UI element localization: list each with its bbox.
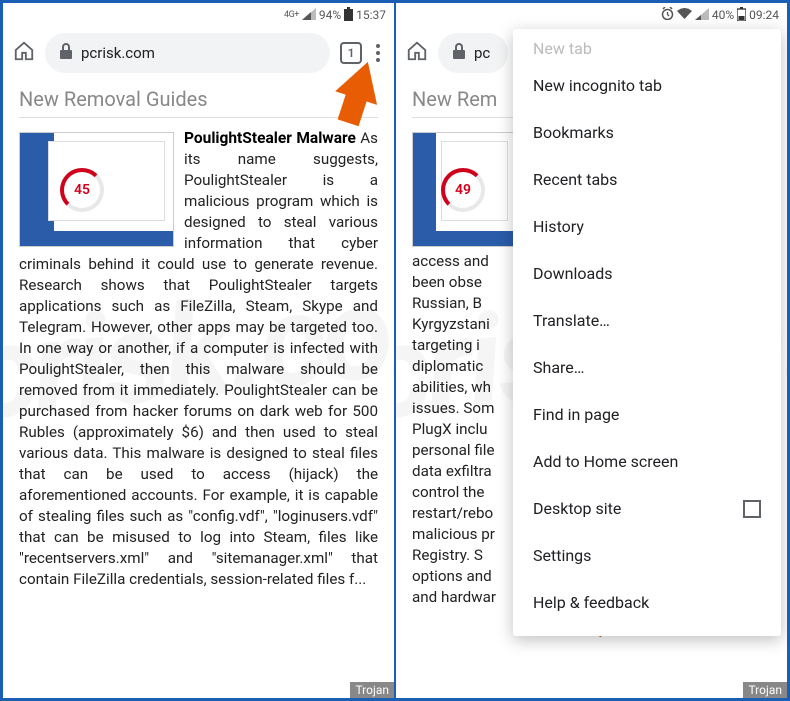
home-icon[interactable] bbox=[406, 40, 428, 66]
menu-desktop-label: Desktop site bbox=[533, 499, 621, 518]
battery-icon bbox=[737, 7, 746, 24]
category-tag[interactable]: Trojan bbox=[743, 682, 787, 698]
wifi-icon bbox=[677, 8, 692, 23]
score-ring: 49 bbox=[441, 168, 485, 212]
menu-item-add-home[interactable]: Add to Home screen bbox=[513, 438, 781, 485]
url-bar[interactable]: pc bbox=[438, 33, 508, 73]
signal-icon bbox=[302, 8, 316, 23]
home-icon[interactable] bbox=[13, 40, 35, 66]
score-ring: 45 bbox=[60, 168, 104, 212]
clock-label: 09:24 bbox=[749, 8, 779, 22]
page-content: New Removal Guides 45 PoulightStealer Ma… bbox=[3, 79, 394, 698]
battery-label: 40% bbox=[712, 8, 734, 22]
alarm-icon bbox=[661, 7, 674, 23]
menu-item-bookmarks[interactable]: Bookmarks bbox=[513, 109, 781, 156]
url-text: pcrisk.com bbox=[81, 44, 155, 62]
category-tag[interactable]: Trojan bbox=[350, 682, 394, 698]
article: 45 PoulightStealer Malware As its name s… bbox=[19, 128, 378, 590]
menu-item-find-in-page[interactable]: Find in page bbox=[513, 391, 781, 438]
menu-item-share[interactable]: Share… bbox=[513, 344, 781, 391]
menu-item-recent-tabs[interactable]: Recent tabs bbox=[513, 156, 781, 203]
statusbar-right: 40% 09:24 bbox=[396, 3, 787, 27]
left-phone: 4G+ 94% 15:37 pcrisk.com 1 New Removal G… bbox=[3, 3, 394, 698]
menu-item-incognito[interactable]: New incognito tab bbox=[513, 62, 781, 109]
article-thumbnail[interactable]: 49 bbox=[412, 132, 517, 247]
menu-item-desktop-site[interactable]: Desktop site bbox=[513, 485, 781, 532]
nettype-label: 4G+ bbox=[284, 10, 299, 20]
url-text: pc bbox=[474, 44, 490, 62]
menu-item-translate[interactable]: Translate… bbox=[513, 297, 781, 344]
menu-item-downloads[interactable]: Downloads bbox=[513, 250, 781, 297]
lock-icon bbox=[452, 43, 466, 63]
menu-item-history[interactable]: History bbox=[513, 203, 781, 250]
menu-item-settings[interactable]: Settings bbox=[513, 532, 781, 579]
clock-label: 15:37 bbox=[356, 8, 386, 22]
menu-item-help[interactable]: Help & feedback bbox=[513, 579, 781, 626]
signal-icon bbox=[695, 8, 709, 23]
overflow-menu-button[interactable] bbox=[372, 40, 384, 66]
article-thumbnail[interactable]: 45 bbox=[19, 132, 174, 247]
url-bar[interactable]: pcrisk.com bbox=[45, 33, 330, 73]
overflow-menu: New tab New incognito tab Bookmarks Rece… bbox=[513, 29, 781, 636]
addressbar-row: pcrisk.com 1 bbox=[3, 27, 394, 79]
desktop-site-checkbox[interactable] bbox=[743, 500, 761, 518]
battery-icon bbox=[344, 7, 353, 24]
menu-item-new-tab[interactable]: New tab bbox=[513, 35, 781, 62]
article-title[interactable]: PoulightStealer Malware bbox=[184, 129, 356, 147]
section-title: New Removal Guides bbox=[19, 87, 378, 118]
lock-icon bbox=[59, 43, 73, 63]
battery-label: 94% bbox=[319, 8, 341, 22]
statusbar-left: 4G+ 94% 15:37 bbox=[3, 3, 394, 27]
right-phone: 40% 09:24 pc New Rem 49 access and been … bbox=[396, 3, 787, 698]
